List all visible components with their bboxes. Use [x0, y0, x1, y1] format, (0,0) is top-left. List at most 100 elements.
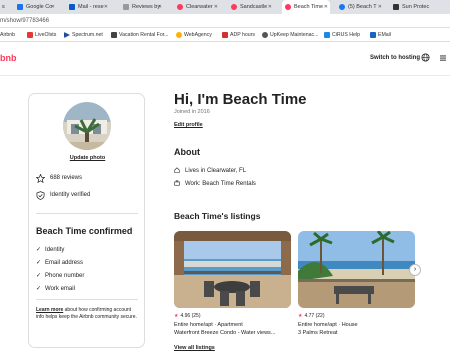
bookmark-icon [262, 32, 268, 38]
rating-count: (22) [315, 313, 325, 319]
tab-label: Sandcastle [240, 4, 268, 10]
shield-check-icon [36, 191, 45, 200]
globe-icon[interactable] [421, 53, 430, 62]
browser-tab[interactable]: Clearwater ✕ [174, 0, 220, 14]
chevron-right-icon: › [413, 266, 417, 273]
close-icon[interactable]: ✕ [378, 0, 382, 14]
check-icon: ✓ [36, 286, 42, 292]
confirmed-item: ✓ Phone number [36, 272, 84, 279]
avatar[interactable] [63, 102, 111, 150]
joined-date: Joined in 2016 [174, 109, 210, 115]
menu-icon[interactable] [439, 54, 447, 62]
bookmark-label: Airbnb [0, 32, 15, 38]
tab-label: Beach Time [294, 4, 324, 10]
next-arrow-button[interactable]: › [409, 264, 421, 276]
learn-more-text: Learn more about how confirming account … [36, 307, 140, 321]
rating-count: (25) [191, 313, 201, 319]
url-text[interactable]: m/show/97783466 [0, 16, 49, 26]
facebook-icon [339, 4, 345, 10]
browser-tab-bar: s Google Co ✕ Mail - rese ✕ Reviews by ✕ Cl… [0, 0, 450, 14]
bookmark-label: Spectrum.net [72, 32, 103, 38]
tab-label: (5) Beach T [348, 4, 377, 10]
about-heading: About [174, 147, 200, 157]
work-row: Work: Beach Time Rentals [174, 180, 256, 187]
close-icon[interactable]: ✕ [158, 0, 162, 14]
check-icon: ✓ [36, 260, 42, 266]
sun-icon [393, 4, 399, 10]
confirmed-item: ✓ Identity [36, 246, 64, 253]
browser-tab[interactable]: (5) Beach T ✕ [336, 0, 384, 14]
divider [36, 213, 138, 214]
listing-title[interactable]: 3 Palms Retreat [298, 330, 416, 336]
airbnb-icon [177, 4, 183, 10]
browser-tab[interactable]: s [0, 0, 10, 14]
mail-icon [69, 4, 75, 10]
listing-photo[interactable] [298, 231, 415, 308]
rating-value: 4.77 [304, 313, 315, 319]
briefcase-icon [174, 180, 180, 186]
edit-profile-link[interactable]: Edit profile [174, 122, 203, 128]
bookmark-label: UpKeep Maintenac... [270, 32, 319, 38]
learn-more-link[interactable]: Learn more [36, 307, 63, 313]
switch-to-hosting-link[interactable]: Switch to hosting [370, 55, 420, 61]
confirmed-title: Beach Time confirmed [36, 226, 133, 236]
update-photo-link[interactable]: Update photo [29, 155, 146, 161]
confirmed-item-label: Work email [45, 286, 75, 292]
bookmark-liveolsts[interactable]: LiveOlsts [27, 28, 56, 42]
listings-heading: Beach Time's listings [174, 211, 261, 221]
airbnb-icon [285, 4, 291, 10]
home-icon [174, 167, 180, 173]
browser-tab[interactable]: Sun Protec [390, 0, 438, 14]
tab-label: Mail - rese [78, 4, 104, 10]
browser-tab[interactable]: Mail - rese ✕ [66, 0, 110, 14]
tab-label: Google Co [26, 4, 53, 10]
bookmark-icon [324, 32, 330, 38]
bookmark-label: LiveOlsts [35, 32, 57, 38]
profile-card: Update photo 688 reviews Identity verifi… [28, 93, 145, 348]
browser-tab[interactable]: Reviews by ✕ [120, 0, 164, 14]
site-header: bnb Switch to hosting [0, 42, 450, 76]
bookmark-label: EMail [378, 32, 391, 38]
listing-title[interactable]: Waterfront Breeze Condo - Water views... [174, 330, 292, 336]
reviews-icon [123, 4, 129, 10]
confirmed-item-label: Identity [45, 247, 65, 253]
check-icon: ✓ [36, 273, 42, 279]
tab-label: Clearwater [186, 4, 213, 10]
bookmark-spectrum[interactable]: Spectrum.net [64, 28, 103, 42]
bookmark-vacation-rental[interactable]: Vacation Rental For... [111, 28, 169, 42]
close-icon[interactable]: ✕ [104, 0, 108, 14]
browser-tab[interactable]: Sandcastle ✕ [228, 0, 274, 14]
bookmark-email[interactable]: EMail [370, 28, 391, 42]
bookmark-cirus[interactable]: CiRUS Help [324, 28, 360, 42]
rating-value: 4.96 [180, 313, 191, 319]
listing-type: Entire home/apt · House [298, 322, 358, 328]
airbnb-logo[interactable]: bnb [0, 53, 17, 63]
bookmark-icon [176, 32, 182, 38]
close-icon[interactable]: ✕ [214, 0, 218, 14]
google-icon [17, 4, 23, 10]
close-icon[interactable]: ✕ [324, 0, 328, 14]
bookmark-adp[interactable]: ADP hours [222, 28, 255, 42]
address-bar[interactable]: m/show/97783466 [0, 14, 450, 28]
bookmark-icon [370, 32, 376, 38]
divider [36, 299, 138, 300]
check-icon: ✓ [36, 247, 42, 253]
bookmark-airbnb[interactable]: Airbnb [0, 28, 15, 42]
close-icon[interactable]: ✕ [51, 0, 55, 14]
listing-photo[interactable] [174, 231, 291, 308]
bookmark-webagency[interactable]: WebAgency [176, 28, 212, 42]
bookmarks-bar: Airbnb LiveOlsts Spectrum.net Vacation R… [0, 28, 450, 42]
airbnb-icon [231, 4, 237, 10]
bookmark-upkeep[interactable]: UpKeep Maintenac... [262, 28, 318, 42]
listing-type: Entire home/apt · Apartment [174, 322, 243, 328]
browser-tab[interactable]: Google Co ✕ [14, 0, 57, 14]
tab-label: s [2, 4, 5, 10]
star-icon: ★ [298, 313, 303, 319]
view-all-listings-link[interactable]: View all listings [174, 345, 215, 351]
page-title: Hi, I'm Beach Time [174, 91, 307, 108]
close-icon[interactable]: ✕ [268, 0, 272, 14]
tab-label: Sun Protec [402, 4, 430, 10]
bookmark-label: Vacation Rental For... [119, 32, 169, 38]
browser-tab-active[interactable]: Beach Time ✕ [282, 0, 330, 14]
bookmark-icon [27, 32, 33, 38]
